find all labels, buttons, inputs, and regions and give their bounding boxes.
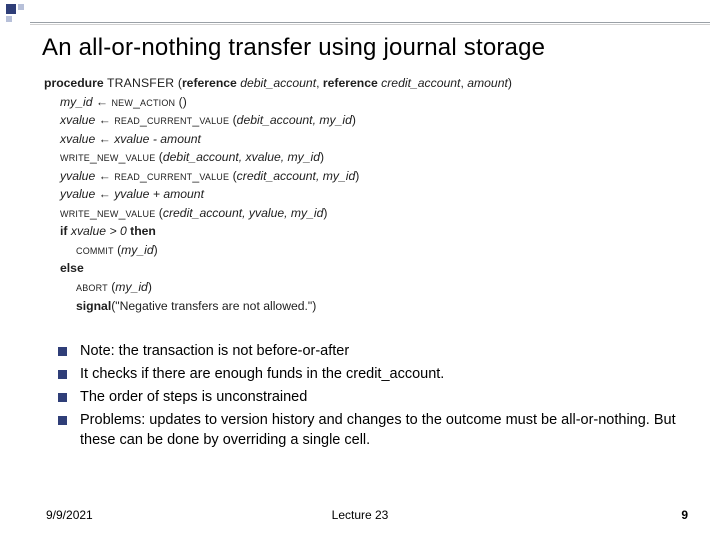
- code-line: xvalue ← xvalue - amount: [44, 130, 680, 149]
- rule-top-2: [30, 24, 710, 25]
- footer: 9/9/2021 Lecture 23 9: [0, 504, 720, 522]
- code-line: commit (my_id): [44, 241, 680, 260]
- list-item-text: It checks if there are enough funds in t…: [80, 366, 444, 382]
- code-line: xvalue ← read_current_value (debit_accou…: [44, 111, 680, 130]
- pseudocode-block: procedure TRANSFER (reference debit_acco…: [44, 74, 680, 315]
- code-line: yvalue ← read_current_value (credit_acco…: [44, 167, 680, 186]
- code-line: signal("Negative transfers are not allow…: [44, 297, 680, 316]
- square-bullet-icon: [58, 393, 67, 402]
- list-item-text: Note: the transaction is not before-or-a…: [80, 343, 349, 359]
- code-line: yvalue ← yvalue + amount: [44, 185, 680, 204]
- code-line: abort (my_id): [44, 278, 680, 297]
- slide-title: An all-or-nothing transfer using journal…: [42, 34, 545, 62]
- code-line: write_new_value (debit_account, xvalue, …: [44, 148, 680, 167]
- code-line: else: [44, 259, 680, 278]
- list-item: Problems: updates to version history and…: [58, 411, 684, 449]
- list-item: The order of steps is unconstrained: [58, 388, 684, 407]
- notes-list: Note: the transaction is not before-or-a…: [58, 342, 684, 454]
- code-line: procedure TRANSFER (reference debit_acco…: [44, 74, 680, 93]
- code-line: my_id ← new_action (): [44, 93, 680, 112]
- list-item: It checks if there are enough funds in t…: [58, 365, 684, 384]
- list-item-text: Problems: updates to version history and…: [80, 412, 676, 447]
- list-item-text: The order of steps is unconstrained: [80, 389, 307, 405]
- square-bullet-icon: [58, 370, 67, 379]
- corner-decoration: [6, 4, 28, 20]
- square-bullet-icon: [58, 416, 67, 425]
- footer-center: Lecture 23: [0, 508, 720, 522]
- list-item: Note: the transaction is not before-or-a…: [58, 342, 684, 361]
- slide: An all-or-nothing transfer using journal…: [0, 0, 720, 540]
- rule-top: [30, 22, 710, 23]
- square-bullet-icon: [58, 347, 67, 356]
- code-line: if xvalue > 0 then: [44, 222, 680, 241]
- code-line: write_new_value (credit_account, yvalue,…: [44, 204, 680, 223]
- footer-page-number: 9: [681, 508, 688, 522]
